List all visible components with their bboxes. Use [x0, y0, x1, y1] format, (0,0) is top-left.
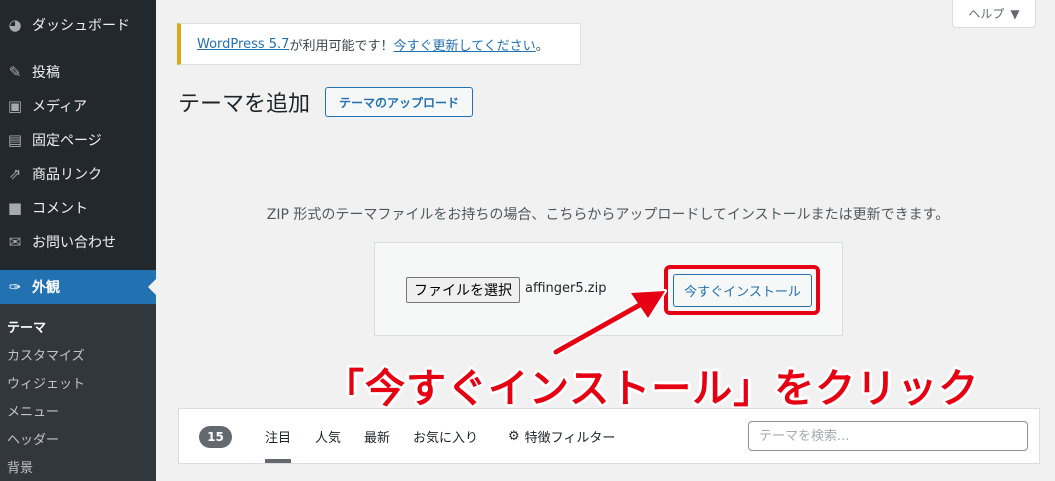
tab-favorites[interactable]: お気に入り: [413, 427, 478, 446]
feature-filter-label: 特徴フィルター: [524, 431, 616, 446]
submenu-item-background[interactable]: 背景: [7, 457, 33, 476]
help-label: ヘルプ: [968, 7, 1005, 21]
comment-icon: ■: [7, 199, 23, 217]
sidebar-item-label: コメント: [32, 201, 88, 217]
wordpress-version-link[interactable]: WordPress 5.7: [197, 37, 289, 52]
sidebar-item-label: ダッシュボード: [32, 18, 130, 34]
pin-icon: ✎: [8, 63, 22, 81]
theme-count-badge: 15: [199, 426, 232, 448]
external-link-icon: ⇗: [8, 165, 22, 183]
sidebar-item-product-links[interactable]: ⇗ 商品リンク: [0, 157, 156, 191]
sidebar-item-appearance[interactable]: ✑ 外観: [0, 270, 156, 304]
sidebar-item-label: 固定ページ: [32, 133, 102, 149]
notice-text: が利用可能です！: [289, 38, 394, 54]
sidebar-item-dashboard[interactable]: ◕ ダッシュボード: [0, 8, 156, 42]
appearance-submenu: テーマ カスタマイズ ウィジェット メニュー ヘッダー 背景: [0, 304, 156, 481]
choose-file-button[interactable]: ファイルを選択: [406, 277, 520, 303]
sidebar-item-label: 外観: [32, 280, 60, 296]
update-notice: WordPress 5.7 が利用可能です！ 今すぐ更新してください 。: [177, 23, 581, 65]
admin-sidebar: ◕ ダッシュボード ✎ 投稿 ▣ メディア ▤ 固定ページ ⇗ 商品リンク ■ …: [0, 0, 156, 481]
gear-icon: ⚙: [508, 429, 520, 444]
upload-description: ZIP 形式のテーマファイルをお持ちの場合、こちらからアップロードしてインストー…: [266, 207, 950, 223]
update-now-link[interactable]: 今すぐ更新してください: [393, 35, 535, 54]
current-menu-arrow: [148, 279, 156, 295]
sidebar-item-posts[interactable]: ✎ 投稿: [0, 55, 156, 89]
tab-popular[interactable]: 人気: [315, 427, 341, 446]
notice-period: 。: [535, 38, 549, 54]
feature-filter-button[interactable]: ⚙ 特徴フィルター: [508, 427, 615, 446]
upload-theme-button[interactable]: テーマのアップロード: [325, 87, 473, 117]
sidebar-item-label: 投稿: [32, 65, 60, 81]
mail-icon: ✉: [8, 233, 22, 251]
active-tab-indicator: [265, 459, 291, 463]
sidebar-item-comments[interactable]: ■ コメント: [0, 191, 156, 225]
page-icon: ▤: [7, 131, 23, 149]
sidebar-item-label: メディア: [32, 99, 88, 115]
submenu-item-themes[interactable]: テーマ: [7, 317, 46, 336]
sidebar-item-contact[interactable]: ✉ お問い合わせ: [0, 225, 156, 259]
submenu-item-menus[interactable]: メニュー: [7, 401, 59, 420]
annotation-callout: 「今すぐインストール」をクリック: [324, 366, 980, 412]
sidebar-item-label: お問い合わせ: [32, 235, 116, 251]
tab-latest[interactable]: 最新: [364, 427, 390, 446]
brush-icon: ✑: [8, 278, 22, 296]
dashboard-icon: ◕: [8, 16, 22, 34]
help-tab-button[interactable]: ヘルプ ▼: [952, 0, 1036, 28]
submenu-item-widgets[interactable]: ウィジェット: [7, 373, 85, 392]
theme-search-input[interactable]: [748, 421, 1028, 451]
sidebar-item-media[interactable]: ▣ メディア: [0, 89, 156, 123]
media-icon: ▣: [7, 97, 23, 115]
submenu-item-customize[interactable]: カスタマイズ: [7, 345, 85, 364]
selected-file-name: affinger5.zip: [525, 281, 607, 296]
submenu-item-header[interactable]: ヘッダー: [7, 429, 59, 448]
page-title: テーマを追加: [178, 92, 311, 117]
sidebar-item-label: 商品リンク: [32, 167, 102, 183]
install-now-button[interactable]: 今すぐインストール: [673, 274, 812, 307]
tab-featured[interactable]: 注目: [265, 427, 291, 446]
caret-down-icon: ▼: [1010, 6, 1020, 21]
sidebar-item-pages[interactable]: ▤ 固定ページ: [0, 123, 156, 157]
